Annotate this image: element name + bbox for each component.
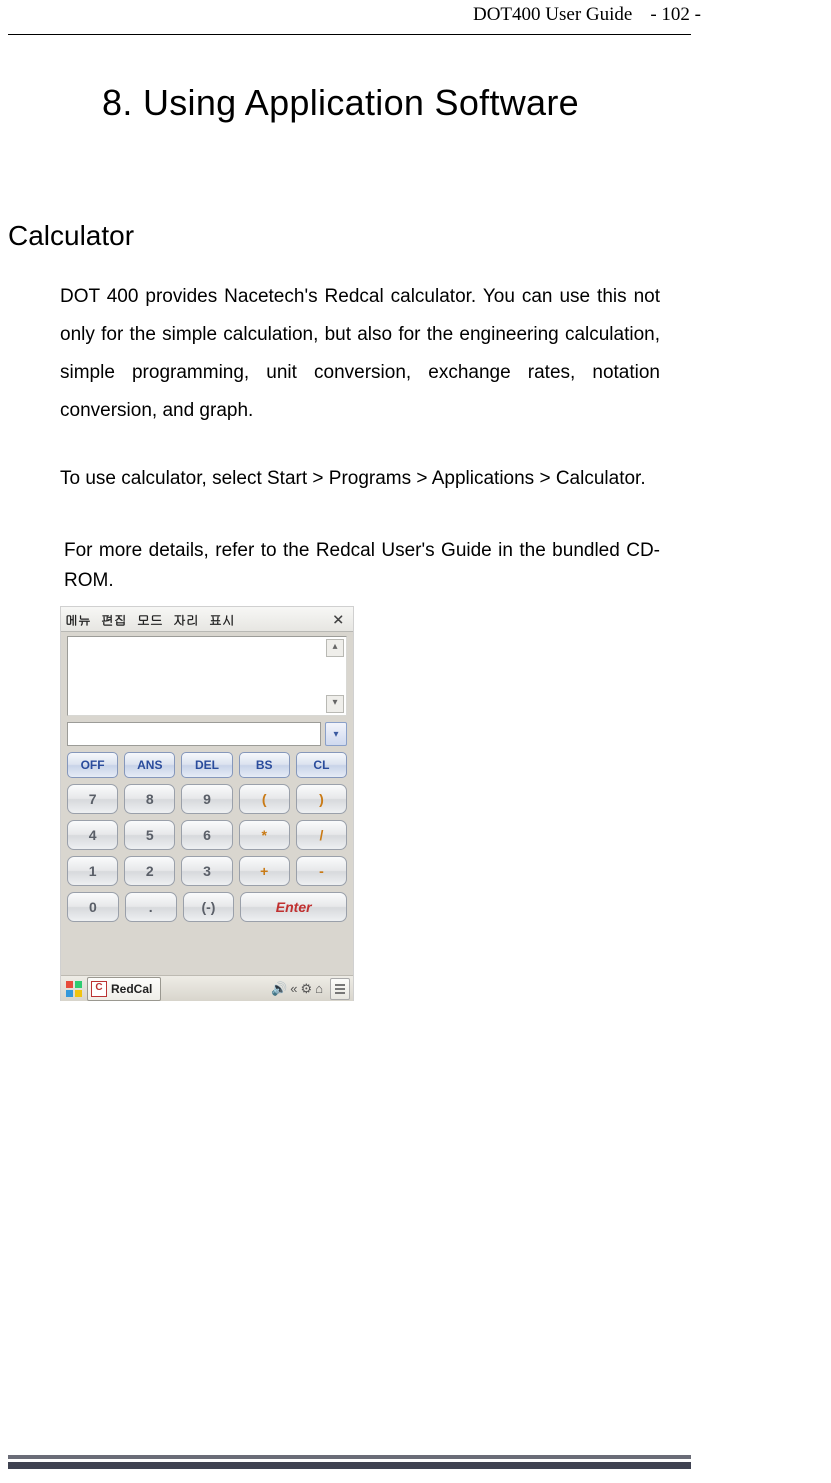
- menu-item-mode[interactable]: 모드: [137, 610, 163, 629]
- calc-keypad: 7 8 9 ( ) 4 5 6 * / 1 2 3 +: [67, 784, 347, 922]
- tray-sound-icon[interactable]: 🔊: [271, 982, 287, 995]
- key-8[interactable]: 8: [124, 784, 175, 814]
- cl-button[interactable]: CL: [296, 752, 347, 778]
- key-neg[interactable]: (-): [183, 892, 235, 922]
- key-rparen[interactable]: ): [296, 784, 347, 814]
- calc-entry-input[interactable]: [67, 722, 321, 746]
- close-button[interactable]: ×: [328, 612, 349, 626]
- tray-rewind-icon[interactable]: «: [290, 982, 297, 995]
- scroll-up-button[interactable]: ▴: [326, 639, 344, 657]
- section-title: Calculator: [8, 220, 134, 252]
- del-button[interactable]: DEL: [181, 752, 232, 778]
- chapter-title: 8. Using Application Software: [0, 82, 681, 124]
- paragraph-3: For more details, refer to the Redcal Us…: [64, 536, 660, 596]
- calc-body: ▴ ▾ ▾ OFF ANS DEL BS CL 7 8 9 ( ): [61, 632, 353, 975]
- redcal-icon: C: [91, 981, 107, 997]
- calc-dropdown-button[interactable]: ▾: [325, 722, 347, 746]
- tray-settings-icon[interactable]: ⚙: [300, 982, 312, 995]
- calculator-screenshot: 메뉴 편집 모드 자리 표시 × ▴ ▾ ▾ OFF ANS DEL BS CL: [60, 606, 354, 1001]
- key-4[interactable]: 4: [67, 820, 118, 850]
- key-subtract[interactable]: -: [296, 856, 347, 886]
- key-2[interactable]: 2: [124, 856, 175, 886]
- calc-function-row: OFF ANS DEL BS CL: [67, 752, 347, 778]
- key-9[interactable]: 9: [181, 784, 232, 814]
- key-7[interactable]: 7: [67, 784, 118, 814]
- calc-entry-row: ▾: [67, 722, 347, 746]
- start-button[interactable]: [64, 979, 84, 999]
- key-enter[interactable]: Enter: [240, 892, 347, 922]
- header-doc-title: DOT400 User Guide: [473, 4, 632, 26]
- calc-menubar: 메뉴 편집 모드 자리 표시 ×: [61, 607, 353, 632]
- menu-item-edit[interactable]: 편집: [101, 610, 127, 629]
- paragraph-2: To use calculator, select Start > Progra…: [60, 460, 660, 498]
- key-3[interactable]: 3: [181, 856, 232, 886]
- page-header: DOT400 User Guide - 102 -: [0, 0, 831, 44]
- menu-item-menu[interactable]: 메뉴: [65, 610, 91, 629]
- sip-button[interactable]: [330, 978, 350, 1000]
- paragraph-1: DOT 400 provides Nacetech's Redcal calcu…: [60, 278, 660, 430]
- key-add[interactable]: +: [239, 856, 290, 886]
- footer-decoration: [8, 1455, 691, 1469]
- menu-item-digit[interactable]: 자리: [173, 610, 199, 629]
- key-dot[interactable]: .: [125, 892, 177, 922]
- header-page-number: - 102 -: [650, 4, 701, 26]
- off-button[interactable]: OFF: [67, 752, 118, 778]
- page: DOT400 User Guide - 102 - 8. Using Appli…: [0, 0, 831, 1483]
- taskbar-tray: 🔊 « ⚙ ⌂: [271, 978, 350, 1000]
- tray-home-icon[interactable]: ⌂: [315, 982, 323, 995]
- calc-taskbar: C RedCal 🔊 « ⚙ ⌂: [61, 975, 353, 1001]
- header-rule: [8, 34, 691, 35]
- ans-button[interactable]: ANS: [124, 752, 175, 778]
- key-6[interactable]: 6: [181, 820, 232, 850]
- key-1[interactable]: 1: [67, 856, 118, 886]
- key-divide[interactable]: /: [296, 820, 347, 850]
- key-0[interactable]: 0: [67, 892, 119, 922]
- key-lparen[interactable]: (: [239, 784, 290, 814]
- key-5[interactable]: 5: [124, 820, 175, 850]
- calc-display: ▴ ▾: [67, 636, 347, 716]
- taskbar-app[interactable]: C RedCal: [87, 977, 161, 1001]
- scroll-down-button[interactable]: ▾: [326, 695, 344, 713]
- taskbar-app-label: RedCal: [111, 982, 152, 996]
- menu-item-display[interactable]: 표시: [209, 610, 235, 629]
- windows-flag-icon: [65, 980, 83, 998]
- bs-button[interactable]: BS: [239, 752, 290, 778]
- key-multiply[interactable]: *: [239, 820, 290, 850]
